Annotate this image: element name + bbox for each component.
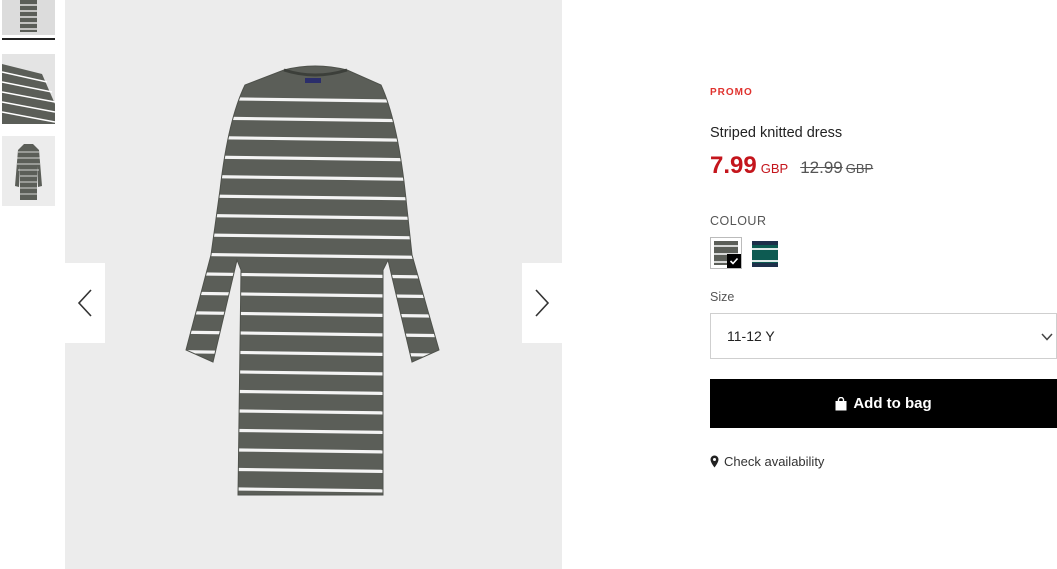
promo-label: PROMO <box>710 87 753 98</box>
sale-price: 7.99 <box>710 152 757 179</box>
colour-swatch-green[interactable] <box>752 237 784 269</box>
check-availability-label: Check availability <box>724 454 825 469</box>
product-image <box>185 65 440 496</box>
active-thumbnail-indicator <box>2 38 55 40</box>
add-to-bag-button[interactable]: Add to bag <box>710 379 1057 428</box>
next-image-button[interactable] <box>522 263 562 343</box>
thumbnail-3[interactable] <box>2 136 55 206</box>
size-label: Size <box>710 290 735 304</box>
thumbnail-strip <box>0 0 58 569</box>
chevron-right-icon <box>535 289 550 317</box>
price-block: 7.99 GBP 12.99 GBP <box>710 152 873 180</box>
selected-check-icon <box>727 254 741 268</box>
add-to-bag-label: Add to bag <box>853 395 932 412</box>
sale-price-currency: GBP <box>760 161 789 176</box>
swatch-image-green <box>752 241 778 267</box>
check-availability-link[interactable]: Check availability <box>710 454 824 469</box>
shopping-bag-icon <box>835 396 847 411</box>
colour-swatch-grey[interactable] <box>710 237 742 269</box>
thumbnail-1[interactable] <box>2 0 55 35</box>
product-title: Striped knitted dress <box>710 125 843 141</box>
thumbnail-2[interactable] <box>2 54 55 124</box>
original-price: 12.99 <box>800 158 843 177</box>
chevron-left-icon <box>77 289 92 317</box>
location-pin-icon <box>710 455 719 468</box>
chevron-down-icon <box>1041 333 1053 341</box>
size-selected-value: 11-12 Y <box>727 328 775 344</box>
original-price-currency: GBP <box>845 161 874 176</box>
size-select[interactable]: 11-12 Y <box>710 313 1057 359</box>
product-image-gallery <box>65 0 562 569</box>
colour-label: COLOUR <box>710 214 767 228</box>
previous-image-button[interactable] <box>65 263 105 343</box>
